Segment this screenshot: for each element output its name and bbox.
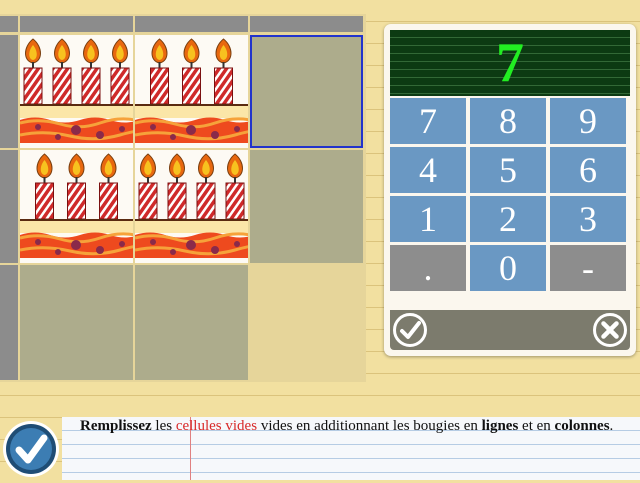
grid-row-header-1 [0,35,18,148]
instruction-part: et en [518,418,555,434]
empty-cell-selected[interactable] [250,35,363,148]
check-circle-icon [393,313,427,347]
cancel-button[interactable] [592,312,628,348]
key-9[interactable]: 9 [550,98,626,144]
empty-cell[interactable] [20,265,133,380]
grid-row-header-2 [0,150,18,263]
instruction-highlight: cellules vides [175,418,258,434]
key-0[interactable]: 0 [470,245,546,291]
answer-display: 7 [390,30,630,96]
check-icon [3,421,59,477]
key-6[interactable]: 6 [550,147,626,193]
grid-header-corner [0,16,18,32]
key-4[interactable]: 4 [390,147,466,193]
instruction-part: vides en additionnant les bougies en [257,418,482,434]
instruction-verb: Remplissez [80,418,152,434]
cake-cell [20,150,133,263]
cake-cell [20,35,133,148]
confirm-button[interactable] [392,312,428,348]
instruction-part: . [609,418,614,434]
empty-cell[interactable] [250,150,363,263]
grid-col-header-3 [250,16,363,32]
grid-col-header-2 [135,16,248,32]
game-grid [0,0,366,382]
key-minus[interactable]: - [550,245,626,291]
key-3[interactable]: 3 [550,196,626,242]
key-1[interactable]: 1 [390,196,466,242]
main-check-button[interactable] [2,420,60,478]
keypad-panel: 7 789 456 123.0- [384,24,636,356]
key-5[interactable]: 5 [470,147,546,193]
empty-cell[interactable] [135,265,248,380]
grid-col-header-1 [20,16,133,32]
instruction-keyword-rows: lignes [481,418,519,434]
key-dot[interactable]: . [390,245,466,291]
grid-row-header-3 [0,265,18,380]
close-circle-icon [593,313,627,347]
cake-cell [135,150,248,263]
instruction-text: Remplissez les cellules vides vides en a… [80,418,613,435]
instruction-keyword-cols: colonnes [554,418,610,434]
key-8[interactable]: 8 [470,98,546,144]
instruction-note: Remplissez les cellules vides vides en a… [62,417,640,480]
key-7[interactable]: 7 [390,98,466,144]
instruction-part: les [151,418,176,434]
key-2[interactable]: 2 [470,196,546,242]
cake-cell [135,35,248,148]
